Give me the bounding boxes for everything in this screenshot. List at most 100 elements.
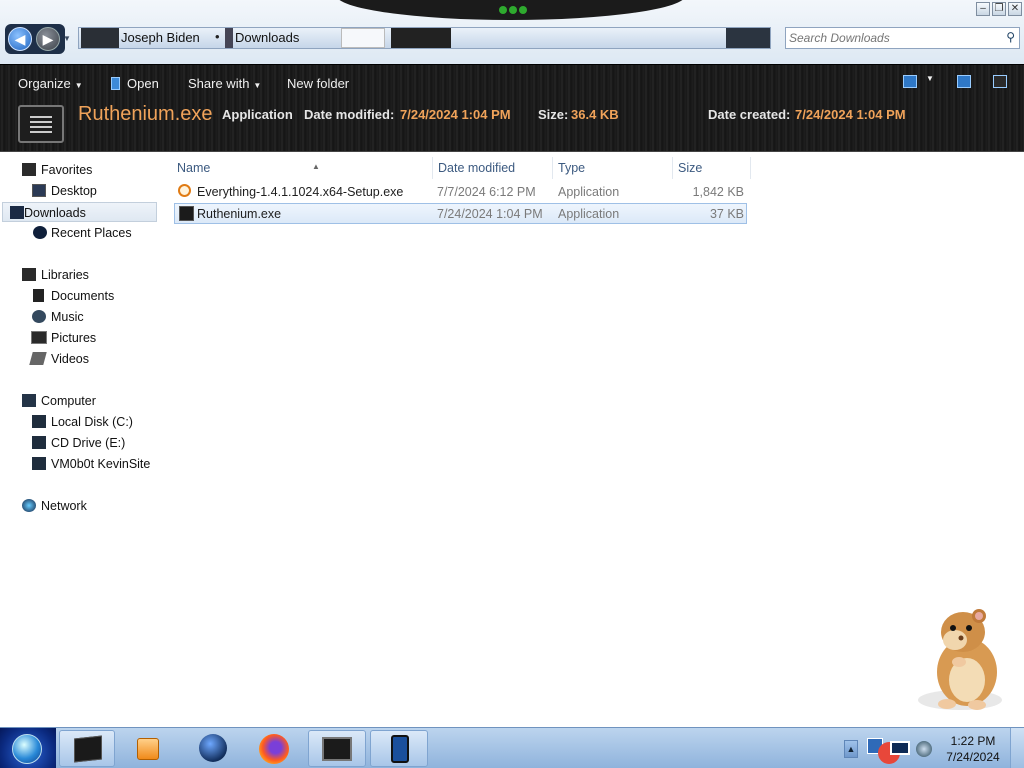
nav-videos[interactable]: Videos — [29, 349, 89, 369]
new-folder-button[interactable]: New folder — [287, 76, 349, 91]
nav-desktop-label: Desktop — [51, 184, 97, 198]
organize-label: Organize — [18, 76, 71, 91]
nav-libraries-label: Libraries — [41, 268, 89, 282]
nav-downloads[interactable]: Downloads — [2, 202, 157, 222]
file-size: 1,842 KB — [692, 185, 744, 199]
computer-icon — [22, 394, 36, 407]
close-button[interactable]: ✕ — [1008, 2, 1022, 16]
nav-pictures[interactable]: Pictures — [30, 328, 96, 348]
change-view-icon[interactable] — [903, 75, 917, 88]
sort-ascending-icon: ▲ — [312, 162, 320, 171]
phone-app-icon — [391, 735, 409, 763]
address-bar[interactable]: Joseph Biden • Downloads — [78, 27, 771, 49]
hamster-mascot[interactable] — [915, 600, 1015, 715]
column-name-label: Name — [177, 161, 211, 175]
nav-cd-drive[interactable]: CD Drive (E:) — [30, 433, 125, 453]
cd-drive-icon — [32, 436, 46, 449]
details-size-value: 36.4 KB — [571, 107, 619, 122]
refresh-icon[interactable] — [726, 28, 770, 48]
network-drive-icon — [32, 457, 46, 470]
breadcrumb-downloads[interactable]: Downloads — [235, 30, 299, 45]
column-header-size[interactable]: Size — [675, 157, 751, 179]
window-controls: – ❐ ✕ — [976, 2, 1022, 16]
column-type-label: Type — [558, 161, 586, 175]
search-input[interactable] — [789, 30, 989, 46]
show-hidden-icons-icon[interactable]: ▲ — [844, 740, 858, 758]
open-label: Open — [127, 76, 159, 91]
show-desktop-button[interactable] — [1010, 728, 1024, 768]
open-icon — [111, 77, 120, 90]
nav-videos-label: Videos — [51, 352, 89, 366]
nav-cd-drive-label: CD Drive (E:) — [51, 436, 126, 450]
file-name: Ruthenium.exe — [197, 207, 282, 221]
search-icon[interactable]: ⚲ — [1006, 30, 1015, 44]
nav-libraries[interactable]: Libraries — [20, 265, 89, 285]
column-header-date-modified[interactable]: Date modified — [435, 157, 553, 179]
clock-time: 1:22 PM — [950, 734, 996, 748]
display-tray-icon[interactable] — [890, 741, 910, 755]
file-row-everything[interactable]: Everything-1.4.1.1024.x64-Setup.exe 7/7/… — [174, 182, 747, 203]
breadcrumb-joseph-biden[interactable]: Joseph Biden — [121, 30, 200, 45]
nav-favorites[interactable]: Favorites — [20, 160, 92, 180]
share-with-button[interactable]: Share with ▼ — [188, 76, 261, 91]
minimize-button[interactable]: – — [976, 2, 990, 16]
details-file-type: Application — [222, 107, 293, 122]
taskbar-explorer[interactable] — [59, 730, 115, 767]
nav-network-label: Network — [41, 499, 87, 513]
forward-button[interactable]: ▶ — [36, 27, 60, 51]
computer-icon — [81, 28, 119, 48]
nav-desktop[interactable]: Desktop — [30, 181, 97, 201]
nav-pictures-label: Pictures — [51, 331, 97, 345]
file-list: Name ▲ Date modified Type Size Everythin… — [160, 152, 1024, 727]
nav-recent-places-label: Recent Places — [51, 226, 132, 240]
selected-file-large-icon — [18, 105, 64, 143]
taskbar-ruthenium[interactable] — [308, 730, 366, 767]
explorer-icon — [74, 735, 102, 763]
nav-music[interactable]: Music — [30, 307, 84, 327]
details-date-modified-value: 7/24/2024 1:04 PM — [400, 107, 511, 122]
back-button[interactable]: ◀ — [8, 27, 32, 51]
media-player-icon — [137, 738, 159, 760]
restore-button[interactable]: ❐ — [992, 2, 1006, 16]
volume-icon[interactable] — [916, 741, 932, 757]
nav-network[interactable]: Network — [20, 496, 87, 516]
nav-network-share[interactable]: VM0b0t KevinSite — [30, 454, 150, 474]
recent-pages-dropdown[interactable]: ▼ — [63, 34, 71, 43]
navigation-buttons: ◀ ▶ — [5, 24, 65, 54]
nav-downloads-label: Downloads — [24, 206, 86, 220]
application-icon — [179, 206, 194, 221]
libraries-icon — [22, 268, 36, 281]
chevron-down-icon: ▼ — [253, 81, 262, 90]
column-header-name[interactable]: Name ▲ — [174, 157, 433, 179]
app-thumb-icon — [341, 28, 385, 48]
breadcrumb-separator-icon[interactable]: • — [215, 29, 220, 44]
taskbar-phone-app[interactable] — [370, 730, 428, 767]
clock[interactable]: 1:22 PM 7/24/2024 — [940, 728, 1006, 768]
nav-local-disk[interactable]: Local Disk (C:) — [30, 412, 133, 432]
nav-documents[interactable]: Documents — [30, 286, 114, 306]
window-thumb-icon — [391, 28, 451, 48]
taskbar-globe-app[interactable] — [185, 730, 241, 767]
nav-recent-places[interactable]: Recent Places — [30, 223, 132, 243]
taskbar-firefox[interactable] — [246, 730, 302, 767]
preview-pane-icon[interactable] — [957, 75, 971, 88]
file-row-ruthenium[interactable]: Ruthenium.exe 7/24/2024 1:04 PM Applicat… — [174, 203, 747, 224]
column-header-type[interactable]: Type — [555, 157, 673, 179]
ruthenium-app-icon — [322, 737, 352, 761]
start-button[interactable] — [0, 728, 56, 768]
network-globe-icon — [22, 499, 36, 512]
search-box[interactable]: ⚲ — [785, 27, 1020, 49]
open-button[interactable]: Open — [111, 76, 159, 91]
videos-icon — [29, 352, 47, 365]
organize-button[interactable]: Organize ▼ — [18, 76, 83, 91]
clock-date: 7/24/2024 — [946, 750, 1000, 764]
nav-documents-label: Documents — [51, 289, 115, 303]
file-date-modified: 7/7/2024 6:12 PM — [437, 185, 536, 199]
details-date-created-label: Date created: — [708, 107, 791, 122]
taskbar-media-player[interactable] — [120, 730, 176, 767]
system-tray: ▲ — [840, 728, 940, 768]
view-options-chevron-icon[interactable]: ▼ — [926, 74, 934, 83]
new-folder-label: New folder — [287, 76, 350, 91]
help-icon[interactable] — [993, 75, 1007, 88]
nav-computer[interactable]: Computer — [20, 391, 96, 411]
